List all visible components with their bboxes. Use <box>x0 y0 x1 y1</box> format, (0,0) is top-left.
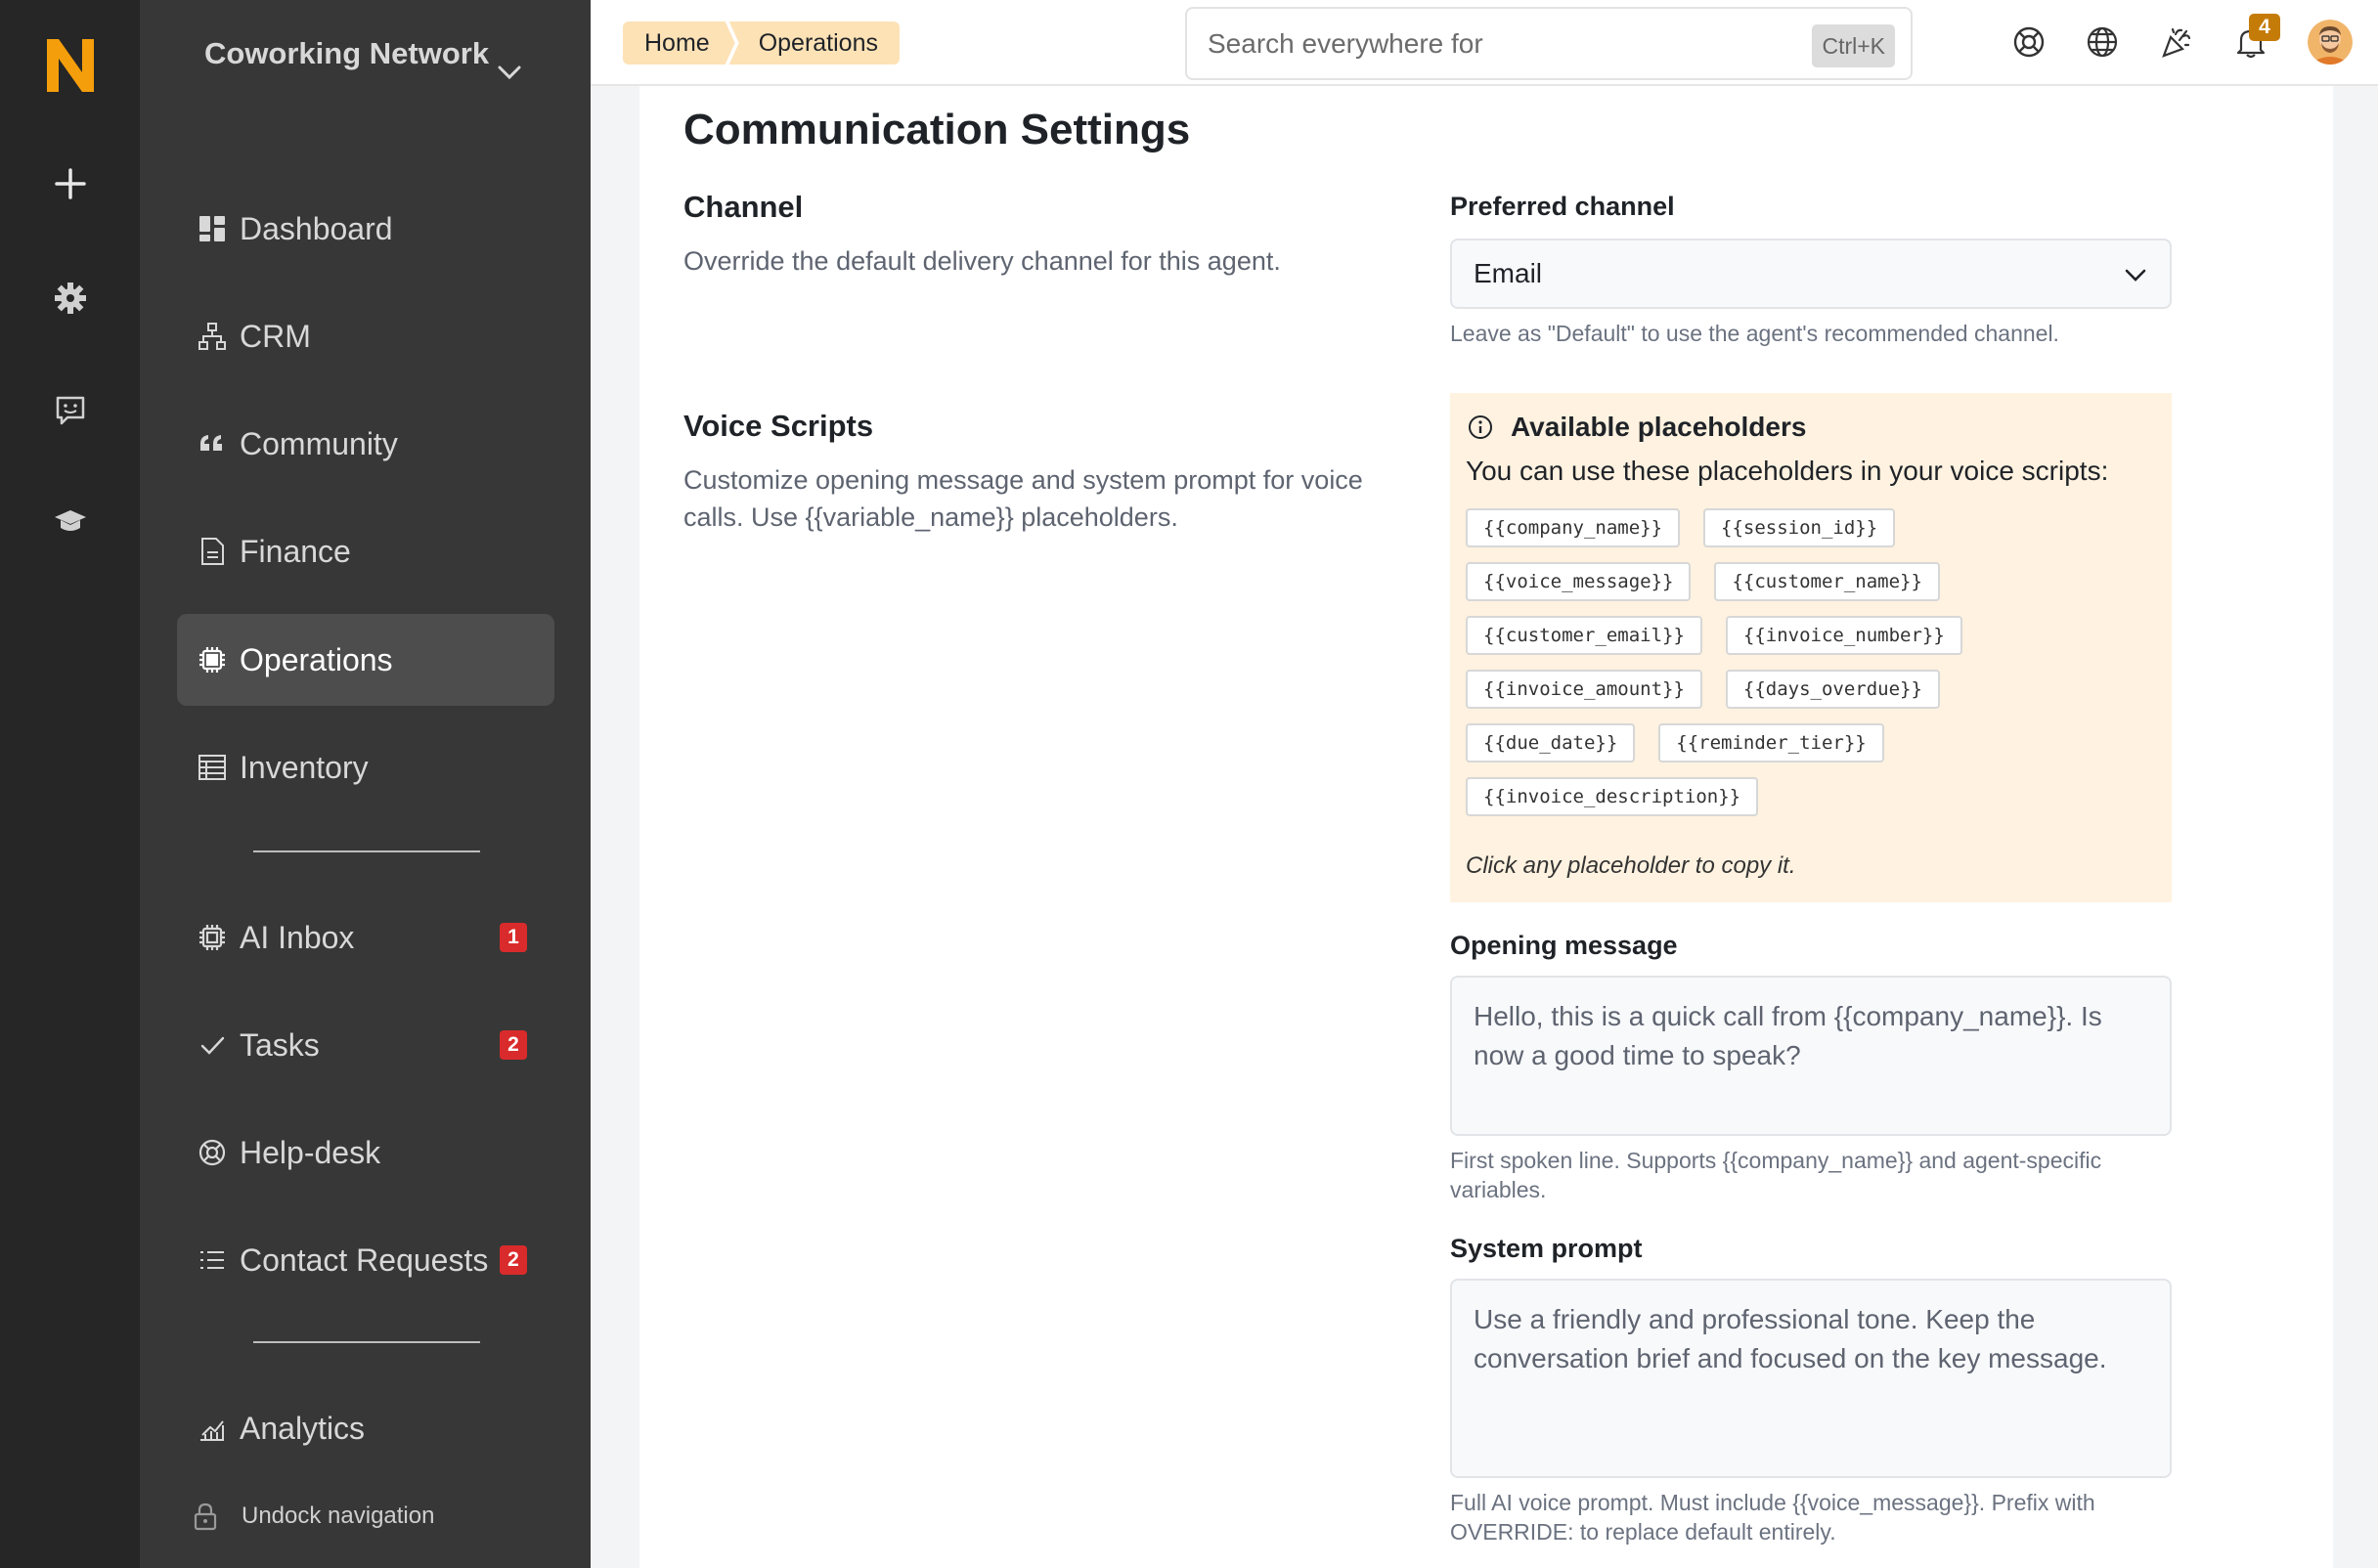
opening-message-label: Opening message <box>1450 931 1678 960</box>
voice-scripts-section-description: Customize opening message and system pro… <box>683 465 1363 532</box>
placeholder-chip[interactable]: {{days_overdue}} <box>1725 670 1940 709</box>
workspace-name[interactable]: Coworking Network <box>204 35 498 71</box>
channel-section-description: Override the default delivery channel fo… <box>683 246 1281 276</box>
system-prompt-label: System prompt <box>1450 1234 1643 1263</box>
globe-icon[interactable] <box>2082 22 2123 63</box>
notification-count-badge: 4 <box>2249 14 2280 41</box>
placeholder-chip[interactable]: {{customer_name}} <box>1714 562 1940 601</box>
search-placeholder: Search everywhere for <box>1208 27 1483 59</box>
sidebar-item-label: Community <box>240 425 398 461</box>
breadcrumb: Home Operations <box>623 22 900 65</box>
breadcrumb-home[interactable]: Home <box>623 22 735 65</box>
preferred-channel-hint: Leave as "Default" to use the agent's re… <box>1450 321 2059 346</box>
opening-message-textarea[interactable]: Hello, this is a quick call from {{compa… <box>1450 976 2172 1136</box>
sidebar-item-crm[interactable]: CRM <box>177 290 554 382</box>
list-icon <box>195 1242 230 1278</box>
sidebar-item-tasks[interactable]: Tasks 2 <box>177 999 554 1091</box>
undock-label: Undock navigation <box>242 1503 435 1529</box>
sidebar-item-dashboard[interactable]: Dashboard <box>177 183 554 275</box>
sidebar-item-label: Analytics <box>240 1410 366 1446</box>
sidebar-item-label: Finance <box>240 533 351 569</box>
chevron-down-icon <box>2121 260 2150 289</box>
org-chart-icon <box>195 319 230 354</box>
sidebar-item-label: Help-desk <box>240 1134 381 1170</box>
lock-icon <box>191 1502 220 1531</box>
sidebar-item-help-desk[interactable]: Help-desk <box>177 1107 554 1198</box>
sidebar-item-contact-requests[interactable]: Contact Requests 2 <box>177 1214 554 1306</box>
plus-icon[interactable] <box>43 156 98 211</box>
sidebar: Coworking Network Dashboard CRM Communit… <box>140 0 729 1568</box>
undock-navigation-button[interactable]: Undock navigation <box>191 1502 434 1531</box>
placeholder-chip[interactable]: {{company_name}} <box>1466 508 1681 547</box>
brand-logo[interactable] <box>39 33 102 96</box>
placeholders-subtitle: You can use these placeholders in your v… <box>1466 456 2109 486</box>
sidebar-item-label: Operations <box>240 641 393 677</box>
lifebuoy-icon <box>195 1135 230 1170</box>
placeholder-chip[interactable]: {{invoice_description}} <box>1466 777 1759 816</box>
document-icon <box>195 534 230 569</box>
preferred-channel-label: Preferred channel <box>1450 192 1675 221</box>
chevron-down-icon[interactable] <box>494 57 525 88</box>
page-title: Communication Settings <box>683 106 1191 153</box>
unread-badge: 2 <box>500 1245 527 1275</box>
preferred-channel-select[interactable]: Email <box>1450 239 2172 309</box>
sidebar-item-label: Dashboard <box>240 210 393 246</box>
placeholder-chip[interactable]: {{reminder_tier}} <box>1658 723 1884 762</box>
chip-icon <box>195 920 230 955</box>
sidebar-item-label: Tasks <box>240 1026 320 1063</box>
unread-badge: 1 <box>500 923 527 952</box>
chart-icon <box>195 1411 230 1446</box>
party-popper-icon[interactable] <box>2156 22 2197 63</box>
sidebar-item-community[interactable]: Community <box>177 398 554 490</box>
placeholder-chip[interactable]: {{due_date}} <box>1466 723 1636 762</box>
system-prompt-textarea[interactable]: Use a friendly and professional tone. Ke… <box>1450 1279 2172 1478</box>
placeholder-chip[interactable]: {{invoice_number}} <box>1725 616 1962 655</box>
channel-section-title: Channel <box>683 190 804 224</box>
info-icon <box>1466 413 1495 442</box>
dashboard-icon <box>195 211 230 246</box>
sidebar-item-analytics[interactable]: Analytics <box>177 1382 554 1474</box>
placeholder-chip[interactable]: {{session_id}} <box>1703 508 1896 547</box>
placeholder-chip[interactable]: {{customer_email}} <box>1466 616 1702 655</box>
sidebar-item-operations[interactable]: Operations <box>177 614 554 706</box>
sidebar-divider <box>253 850 480 852</box>
settings-card: Communication Settings Channel Override … <box>639 86 2333 1568</box>
sidebar-item-label: CRM <box>240 318 311 354</box>
topbar: Home Operations Search everywhere for Ct… <box>591 0 2378 86</box>
shortcut-hint: Ctrl+K <box>1812 24 1895 67</box>
icon-rail <box>0 0 140 1568</box>
placeholder-chip[interactable]: {{voice_message}} <box>1466 562 1692 601</box>
placeholders-header: Available placeholders <box>1466 407 2156 448</box>
sidebar-divider <box>253 1341 480 1343</box>
sidebar-item-inventory[interactable]: Inventory <box>177 721 554 813</box>
graduation-cap-icon[interactable] <box>43 495 98 549</box>
table-icon <box>195 750 230 785</box>
placeholders-title: Available placeholders <box>1511 412 1807 442</box>
breadcrumb-operations[interactable]: Operations <box>728 22 900 65</box>
placeholders-panel: Available placeholders You can use these… <box>1450 393 2172 902</box>
avatar[interactable] <box>2308 20 2353 65</box>
chat-face-icon[interactable] <box>43 383 98 438</box>
placeholder-chip[interactable]: {{invoice_amount}} <box>1466 670 1702 709</box>
sidebar-item-label: Inventory <box>240 749 369 785</box>
sidebar-item-finance[interactable]: Finance <box>177 505 554 597</box>
quote-icon <box>195 426 230 461</box>
voice-scripts-section-title: Voice Scripts <box>683 409 874 443</box>
lifebuoy-icon[interactable] <box>2008 22 2049 63</box>
sidebar-item-label: AI Inbox <box>240 919 355 955</box>
sidebar-item-ai-inbox[interactable]: AI Inbox 1 <box>177 892 554 983</box>
selected-value: Email <box>1474 258 1543 288</box>
gear-icon[interactable] <box>43 271 98 326</box>
placeholder-chip-list: {{company_name}} {{session_id}} {{voice_… <box>1466 508 2013 816</box>
unread-badge: 2 <box>500 1030 527 1060</box>
opening-message-hint: First spoken line. Supports {{company_na… <box>1450 1148 2102 1202</box>
check-icon <box>195 1027 230 1063</box>
chip-icon <box>195 642 230 677</box>
system-prompt-hint: Full AI voice prompt. Must include {{voi… <box>1450 1490 2095 1545</box>
sidebar-item-label: Contact Requests <box>240 1241 489 1278</box>
search-input[interactable]: Search everywhere for Ctrl+K <box>1185 7 1913 80</box>
placeholders-footnote: Click any placeholder to copy it. <box>1466 852 1796 879</box>
